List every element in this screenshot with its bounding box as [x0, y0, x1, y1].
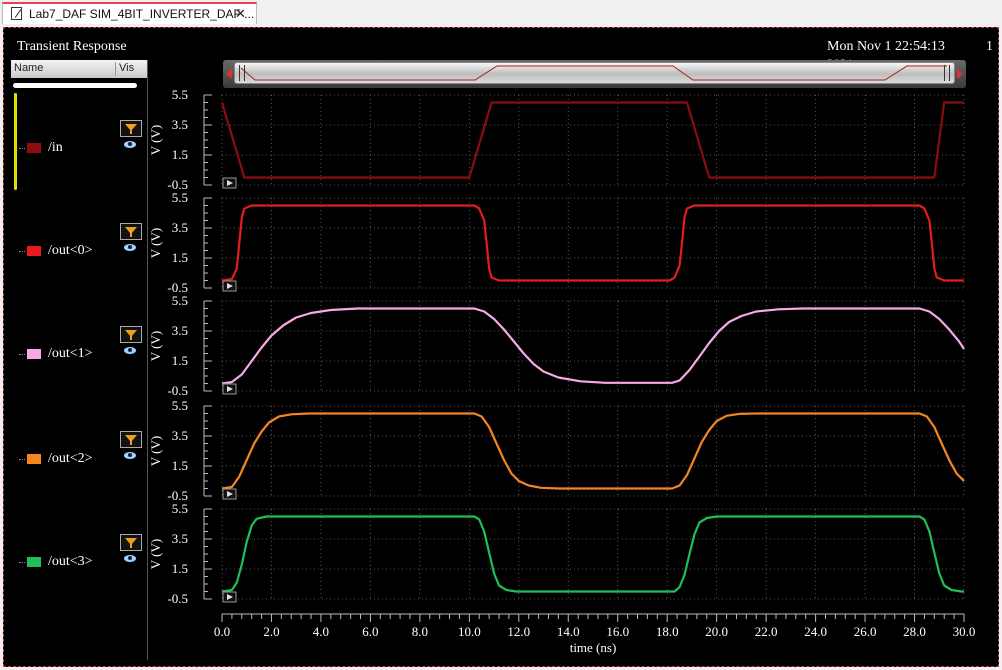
y-tick-label: 3.5	[172, 117, 188, 132]
x-tick-label: 30.0	[953, 624, 976, 639]
y-axis-label: V (V)	[148, 436, 163, 466]
x-tick-label: 4.0	[313, 624, 329, 639]
x-tick-label: 22.0	[755, 624, 778, 639]
x-tick-label: 2.0	[263, 624, 279, 639]
y-tick-label: -0.5	[167, 591, 188, 606]
x-axis-label: time (ns)	[570, 640, 617, 655]
y-tick-label: 5.5	[172, 398, 188, 413]
series-line	[221, 412, 965, 490]
y-tick-label: 3.5	[172, 531, 188, 546]
y-tick-label: 1.5	[172, 147, 188, 162]
y-tick-label: 5.5	[172, 87, 188, 102]
y-tick-label: 1.5	[172, 353, 188, 368]
waveform-plot: 5.5 3.5 1.5 -0.5 V (V) 5.5 3.5 1.5 -0.5 V (V) 5.5 3…	[148, 87, 976, 655]
y-tick-label: 1.5	[172, 250, 188, 265]
y-axis-label: V (V)	[148, 228, 163, 258]
x-tick-label: 26.0	[854, 624, 877, 639]
y-tick-label: 5.5	[172, 501, 188, 516]
y-tick-label: 5.5	[172, 190, 188, 205]
x-tick-label: 20.0	[705, 624, 728, 639]
y-tick-label: 1.5	[172, 561, 188, 576]
y-tick-label: 5.5	[172, 293, 188, 308]
series-line	[220, 101, 964, 179]
x-tick-label: 28.0	[903, 624, 926, 639]
y-tick-label: 3.5	[172, 428, 188, 443]
series-line	[221, 515, 964, 593]
x-tick-label: 14.0	[557, 624, 580, 639]
series-line	[221, 204, 964, 282]
y-axis-label: V (V)	[148, 125, 163, 155]
y-tick-label: 3.5	[172, 220, 188, 235]
y-tick-label: -0.5	[167, 383, 188, 398]
x-tick-label: 18.0	[656, 624, 679, 639]
y-axis-label: V (V)	[148, 331, 163, 361]
x-tick-label: 0.0	[214, 624, 230, 639]
x-tick-label: 6.0	[362, 624, 378, 639]
x-tick-label: 24.0	[804, 624, 827, 639]
y-tick-label: 3.5	[172, 323, 188, 338]
y-tick-label: 1.5	[172, 458, 188, 473]
x-tick-label: 16.0	[606, 624, 629, 639]
x-tick-label: 12.0	[507, 624, 530, 639]
x-tick-label: 8.0	[412, 624, 428, 639]
y-axis-label: V (V)	[148, 539, 163, 569]
x-tick-label: 10.0	[458, 624, 481, 639]
series-line	[221, 307, 965, 385]
